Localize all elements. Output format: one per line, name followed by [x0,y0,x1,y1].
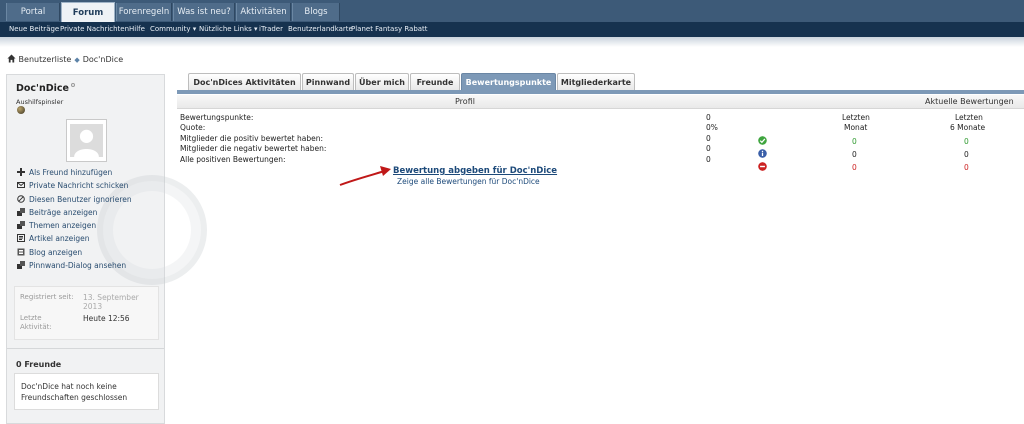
value-alle-positiven: 0 [706,155,711,164]
value-quote: 0% [706,123,718,132]
col-last-6-months-line1: Letzten [955,113,983,122]
friends-box: Doc'nDice hat noch keine Freundschaften … [14,373,159,410]
profile-actions-menu: Als Freund hinzufügen Private Nachricht … [17,166,162,272]
blog-icon [17,248,25,256]
avatar [66,119,107,162]
neutral-info-icon [758,149,767,158]
negative-minus-icon [758,162,767,171]
user-title: Aushilfspinsler [16,98,64,106]
subnav-itrader[interactable]: iTrader [259,22,283,37]
label-bewertungspunkte: Bewertungspunkte: [180,113,254,122]
col-last-month-line1: Letzten [842,113,870,122]
last-activity-label: Letzte Aktivität: [20,314,52,331]
posts-icon [17,207,25,216]
subnav-neue-beitraege[interactable]: Neue Beiträge [9,22,59,37]
show-threads-link[interactable]: Themen anzeigen [17,219,162,232]
top-navigation: Portal Forum Forenregeln Was ist neu? Ak… [0,0,1024,22]
red-arrow-annotation-icon [339,166,391,186]
tab-portal[interactable]: Portal [6,3,60,21]
reputation-orb-icon [17,106,25,114]
offline-status-icon [70,83,75,87]
breadcrumb-separator-icon: ◆ [74,56,80,64]
tab-was-ist-neu[interactable]: Was ist neu? [173,3,235,21]
threads-icon [17,221,25,230]
tab-freunde[interactable]: Freunde [410,73,460,90]
label-negativ-bewertet: Mitglieder die negativ bewertet haben: [180,144,327,153]
nav-shadow [0,37,1024,47]
value-bewertungspunkte: 0 [706,113,711,122]
breadcrumb-benutzerliste[interactable]: Benutzerliste [19,55,72,64]
header-profil: Profil [455,97,475,106]
neutral-last-6-months: 0 [964,150,969,159]
subnav-hilfe[interactable]: Hilfe [129,22,145,37]
add-friend-link[interactable]: Als Freund hinzufügen [17,166,162,179]
give-rating-link[interactable]: Bewertung abgeben für Doc'nDice [393,166,557,176]
tab-pinnwand[interactable]: Pinnwand [302,73,354,90]
negative-last-month: 0 [852,163,857,172]
col-last-month-line2: Monat [844,123,868,132]
send-private-message-link[interactable]: Private Nachricht schicken [17,179,162,192]
reputation-table-header: Profil Aktuelle Bewertungen [177,95,1024,109]
tab-underline [177,90,1024,94]
col-last-6-months-line2: 6 Monate [950,123,986,132]
tab-forenregeln[interactable]: Forenregeln [116,3,172,21]
subnav-planet-fantasy-rabatt[interactable]: Planet Fantasy Rabatt [351,22,428,37]
registered-value: 13. September 2013 [83,293,139,311]
header-aktuelle-bewertungen: Aktuelle Bewertungen [925,97,1014,106]
tab-activities[interactable]: Doc'nDices Aktivitäten [188,73,301,90]
tab-blogs[interactable]: Blogs [292,3,340,21]
plus-icon [17,168,25,176]
wall-icon [17,261,25,270]
member-info-box: Registriert seit: 13. September 2013 Let… [14,286,159,340]
tab-bewertungspunkte[interactable]: Bewertungspunkte [461,73,556,90]
label-positiv-bewertet: Mitglieder die positiv bewertet haben: [180,134,324,143]
breadcrumb-current: Doc'nDice [82,55,124,64]
subnav-community[interactable]: Community ▾ [150,22,196,37]
subnav-nuetzliche-links[interactable]: Nützliche Links ▾ [199,22,258,37]
tab-forum[interactable]: Forum [61,2,115,22]
sub-navigation: Neue Beiträge Private Nachrichten Hilfe … [0,22,1024,37]
sidebar-divider [7,348,164,349]
default-avatar-icon [70,124,103,157]
positive-last-month: 0 [852,137,857,146]
username: Doc'nDice [16,83,75,94]
subnav-benutzerlandkarte[interactable]: Benutzerlandkarte [288,22,353,37]
tab-aktivitaeten[interactable]: Aktivitäten [236,3,291,21]
breadcrumb: Benutzerliste ◆ Doc'nDice [7,54,123,66]
block-icon [17,194,25,203]
home-icon[interactable] [7,54,16,63]
label-quote: Quote: [180,123,206,132]
value-positiv-bewertet: 0 [706,134,711,143]
positive-check-icon [758,136,767,145]
show-posts-link[interactable]: Beiträge anzeigen [17,206,162,219]
show-articles-link[interactable]: Artikel anzeigen [17,232,162,245]
subnav-private-nachrichten[interactable]: Private Nachrichten [60,22,129,37]
label-alle-positiven: Alle positiven Bewertungen: [180,155,286,164]
negative-last-6-months: 0 [964,163,969,172]
tab-ueber-mich[interactable]: Über mich [355,73,409,90]
last-activity-value: Heute 12:56 [83,314,130,323]
envelope-icon [17,182,25,189]
value-negativ-bewertet: 0 [706,144,711,153]
ignore-user-link[interactable]: Diesen Benutzer ignorieren [17,193,162,206]
profile-sidebar: Doc'nDice Aushilfspinsler Als Freund hin… [6,74,207,424]
positive-last-6-months: 0 [964,137,969,146]
article-icon [17,234,25,243]
neutral-last-month: 0 [852,150,857,159]
show-all-ratings-link[interactable]: Zeige alle Bewertungen für Doc'nDice [397,177,540,186]
tab-mitgliederkarte[interactable]: Mitgliederkarte [557,73,635,90]
show-wall-dialog-link[interactable]: Pinnwand-Dialog ansehen [17,259,162,272]
registered-label: Registriert seit: [20,293,74,301]
friends-header: 0 Freunde [16,360,62,369]
show-blog-link[interactable]: Blog anzeigen [17,246,162,259]
